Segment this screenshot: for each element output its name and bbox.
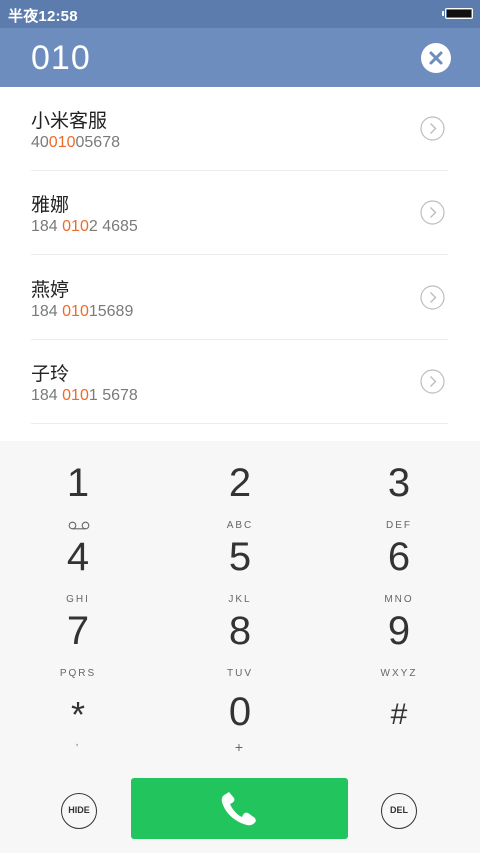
key-digit: 6 <box>387 535 411 579</box>
call-button[interactable] <box>131 778 348 839</box>
key-6[interactable]: 6 MNO <box>329 535 469 605</box>
contact-results: 小米客服 4001005678 雅娜 184 0102 4685 燕婷 184 … <box>0 87 480 441</box>
contact-item[interactable]: 雅娜 184 0102 4685 <box>0 171 480 255</box>
key-digit: 5 <box>228 535 252 579</box>
key-letters: TUV <box>227 668 253 679</box>
dialed-number: 010 <box>31 39 91 77</box>
divider <box>31 423 448 424</box>
contact-phone: 184 01015689 <box>31 303 134 320</box>
key-letters: PQRS <box>59 668 97 679</box>
dial-header: 010 <box>0 28 480 87</box>
key-star[interactable]: * , <box>8 687 148 757</box>
chevron-right-circle-icon[interactable] <box>420 200 445 225</box>
contact-item[interactable]: 燕婷 184 01015689 <box>0 256 480 340</box>
key-4[interactable]: 4 GHI <box>8 535 148 605</box>
contact-phone: 4001005678 <box>31 134 120 151</box>
key-digit: 9 <box>387 609 411 653</box>
contact-phone: 184 0101 5678 <box>31 387 138 404</box>
key-8[interactable]: 8 TUV <box>170 609 310 679</box>
chevron-right-circle-icon[interactable] <box>420 369 445 394</box>
close-icon <box>429 51 443 65</box>
contact-name: 雅娜 <box>31 195 70 216</box>
clear-button[interactable] <box>421 43 451 73</box>
key-letters: MNO <box>384 594 414 605</box>
key-7[interactable]: 7 PQRS <box>8 609 148 679</box>
key-5[interactable]: 5 JKL <box>170 535 310 605</box>
status-bar: 半夜12:58 <box>0 0 480 28</box>
key-digit: 8 <box>228 609 252 653</box>
key-1[interactable]: 1 <box>8 461 148 531</box>
chevron-right-circle-icon[interactable] <box>420 285 445 310</box>
key-digit: 3 <box>387 461 411 505</box>
key-3[interactable]: 3 DEF <box>329 461 469 531</box>
key-digit: 4 <box>66 535 90 579</box>
key-letters: JKL <box>228 594 252 605</box>
contact-name: 子玲 <box>31 364 70 385</box>
key-digit: # <box>390 698 408 731</box>
contact-phone: 184 0102 4685 <box>31 218 138 235</box>
key-hash[interactable]: # <box>329 687 469 757</box>
divider <box>31 254 448 255</box>
key-9[interactable]: 9 WXYZ <box>329 609 469 679</box>
delete-button[interactable]: DEL <box>381 793 417 829</box>
match-highlight: 010 <box>62 387 89 404</box>
key-digit: * <box>70 694 85 735</box>
key-letters: GHI <box>66 594 90 605</box>
contact-item[interactable]: 小米客服 4001005678 <box>0 87 480 171</box>
status-time: 半夜12:58 <box>8 8 78 25</box>
key-letters: ABC <box>226 520 254 531</box>
match-highlight: 010 <box>48 134 76 151</box>
contact-name: 小米客服 <box>31 111 108 132</box>
key-2[interactable]: 2 ABC <box>170 461 310 531</box>
voicemail-icon <box>68 521 90 530</box>
key-digit: 1 <box>66 461 90 505</box>
key-letters: DEF <box>386 520 412 531</box>
key-letters: + <box>234 739 246 755</box>
contact-name: 燕婷 <box>31 280 70 301</box>
battery-icon <box>442 8 473 19</box>
key-digit: 7 <box>66 609 90 653</box>
phone-icon <box>221 792 256 826</box>
key-letters: WXYZ <box>380 668 418 679</box>
hide-keypad-button[interactable]: HIDE <box>61 793 97 829</box>
key-0[interactable]: 0 + <box>170 687 310 757</box>
key-letters: , <box>75 737 81 748</box>
chevron-right-circle-icon[interactable] <box>420 116 445 141</box>
key-digit: 0 <box>228 690 252 734</box>
match-highlight: 010 <box>62 303 89 320</box>
match-highlight: 010 <box>62 218 89 235</box>
key-digit: 2 <box>228 461 252 505</box>
contact-item[interactable]: 子玲 184 0101 5678 <box>0 340 480 424</box>
